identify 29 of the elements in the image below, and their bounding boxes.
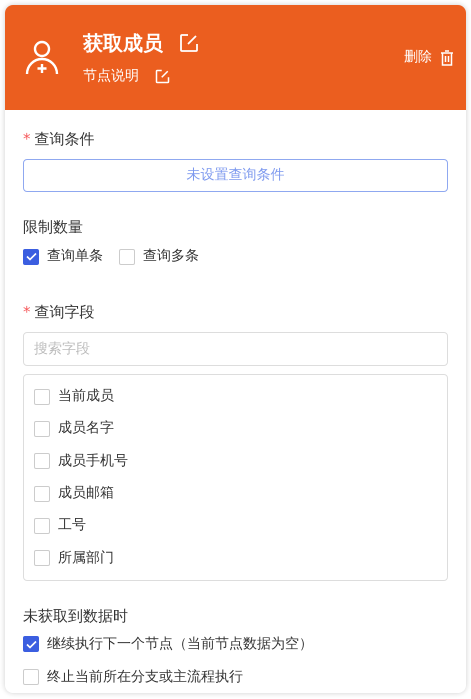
edit-icon[interactable] [179, 33, 199, 53]
checkbox[interactable] [23, 248, 39, 264]
option-label: 成员手机号 [58, 452, 128, 471]
edit-icon[interactable] [155, 69, 170, 84]
option-label: 所属部门 [58, 548, 114, 568]
option-label: 查询单条 [47, 247, 103, 266]
option-label: 终止当前所在分支或主流程执行 [47, 668, 243, 687]
option-label: 继续执行下一个节点（当前节点数据为空） [47, 634, 313, 654]
checkbox[interactable] [23, 636, 39, 652]
field-label: 限制数量 [23, 216, 84, 238]
required-mark: * [23, 130, 30, 148]
required-mark: * [23, 303, 30, 321]
node-description[interactable]: 节点说明 [83, 66, 139, 87]
search-field[interactable]: 搜索字段 [23, 332, 448, 366]
option-label: 工号 [58, 516, 86, 536]
option-label: 查询多条 [143, 247, 199, 266]
option-label: 成员名字 [58, 419, 114, 438]
user-add-icon [25, 40, 59, 76]
check-icon [26, 640, 36, 649]
trash-icon[interactable] [440, 50, 454, 66]
field-label: 查询条件 [34, 130, 94, 148]
set-condition-button[interactable]: 未设置查询条件 [23, 158, 448, 192]
check-icon [26, 252, 36, 261]
option-label: 成员邮箱 [58, 484, 114, 504]
delete-link[interactable]: 删除 [404, 47, 432, 68]
field-label: 查询字段 [34, 303, 94, 321]
field-label: 未获取到数据时 [23, 606, 129, 628]
node-title: 获取成员 [83, 30, 163, 57]
option-label: 当前成员 [58, 387, 114, 406]
